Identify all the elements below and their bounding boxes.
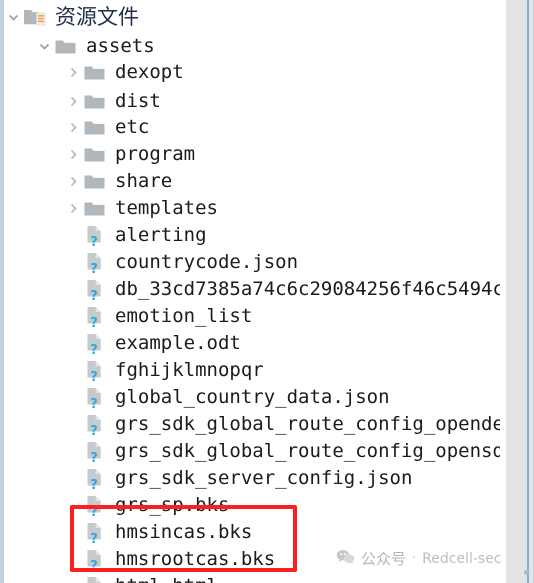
vertical-scrollbar[interactable]	[500, 0, 534, 583]
chevron-placeholder	[64, 383, 82, 412]
chevron-down-icon[interactable]	[35, 32, 53, 61]
folder-icon	[82, 194, 108, 223]
unknown-file-icon: ?	[82, 437, 108, 466]
tree-row[interactable]: ? grs_sdk_global_route_config_opendevices	[4, 410, 500, 439]
chevron-right-icon[interactable]	[64, 167, 82, 196]
tree-row-label: dist	[115, 90, 161, 112]
chevron-placeholder	[64, 572, 82, 583]
tree-row-label: 资源文件	[55, 5, 139, 29]
chevron-placeholder	[64, 464, 82, 493]
tree-row[interactable]: ? example.odt	[4, 329, 500, 358]
watermark: 公众号 · Redcell-sec	[336, 548, 502, 569]
wechat-icon	[336, 549, 355, 569]
tree-row[interactable]: ? grs_sdk_server_config.json	[4, 464, 500, 493]
chevron-right-icon[interactable]	[64, 58, 82, 87]
unknown-file-icon: ?	[82, 221, 108, 250]
folder-icon	[82, 167, 108, 196]
svg-text:?: ?	[90, 343, 98, 355]
watermark-separator: ·	[412, 551, 417, 566]
unknown-file-icon: ?	[82, 383, 108, 412]
tree-row-label: html.html	[108, 572, 218, 583]
svg-text:?: ?	[90, 235, 98, 247]
chevron-placeholder	[64, 275, 82, 304]
chevron-down-icon[interactable]	[4, 3, 22, 32]
unknown-file-icon: ?	[82, 329, 108, 358]
chevron-placeholder	[64, 356, 82, 385]
tree-row[interactable]: templates	[4, 194, 500, 223]
folder-icon	[82, 113, 108, 142]
tree-row[interactable]: assets	[4, 32, 500, 61]
project-folder-icon	[22, 3, 48, 32]
folder-icon	[82, 140, 108, 169]
tree-row[interactable]: dist	[4, 87, 500, 116]
folder-icon	[53, 32, 79, 61]
svg-text:?: ?	[90, 478, 98, 490]
tree-row-label: global_country_data.json	[115, 386, 390, 408]
chevron-placeholder	[64, 302, 82, 331]
tree-row[interactable]: ? global_country_data.json	[4, 383, 500, 412]
scrollbar-dot-marker	[524, 570, 529, 575]
scrollbar-track[interactable]	[506, 0, 534, 583]
tree-row-label: db_33cd7385a74c6c29084256f46c5494c9	[115, 278, 500, 300]
unknown-file-icon: ?	[82, 302, 108, 331]
unknown-file-icon: ?	[82, 572, 108, 583]
tree-row-label: countrycode.json	[115, 251, 299, 273]
tree-row-label: dexopt	[115, 61, 184, 83]
svg-text:?: ?	[90, 289, 98, 301]
svg-text:?: ?	[90, 316, 98, 328]
tree-row[interactable]: ? db_33cd7385a74c6c29084256f46c5494c9	[4, 275, 500, 304]
chevron-placeholder	[64, 329, 82, 358]
chevron-placeholder	[64, 248, 82, 277]
tree-row[interactable]: etc	[4, 113, 500, 142]
svg-text:?: ?	[90, 370, 98, 382]
tree-row-label: share	[115, 170, 173, 192]
tree-row[interactable]: ? grs_sdk_global_route_config_opensdkServ	[4, 437, 500, 466]
unknown-file-icon: ?	[82, 356, 108, 385]
tree-row-label: program	[115, 143, 196, 165]
tree-row-label: assets	[86, 35, 155, 57]
tree-row[interactable]: share	[4, 167, 500, 196]
watermark-account: Redcell-sec	[422, 550, 502, 567]
scrollbar-thumb[interactable]	[527, 0, 529, 583]
tree-row[interactable]: ?html.html	[4, 572, 500, 583]
tree-row-label: emotion_list	[115, 305, 253, 327]
chevron-right-icon[interactable]	[64, 87, 82, 116]
tree-row-label: etc	[115, 116, 150, 138]
tree-row[interactable]: ? countrycode.json	[4, 248, 500, 277]
tree-row-label: fghijklmnopqr	[115, 359, 264, 381]
unknown-file-icon: ?	[82, 275, 108, 304]
svg-text:?: ?	[90, 397, 98, 409]
unknown-file-icon: ?	[82, 410, 108, 439]
chevron-right-icon[interactable]	[64, 194, 82, 223]
unknown-file-icon: ?	[82, 248, 108, 277]
tree-row[interactable]: dexopt	[4, 58, 500, 87]
tree-row-label: templates	[115, 197, 218, 219]
tree-row[interactable]: ? emotion_list	[4, 302, 500, 331]
tree-row-label: alerting	[115, 224, 207, 246]
folder-icon	[82, 58, 108, 87]
tree-row-label: example.odt	[115, 332, 241, 354]
tree-row[interactable]: program	[4, 140, 500, 169]
chevron-placeholder	[64, 410, 82, 439]
tree-row-root[interactable]: 资源文件	[4, 3, 500, 32]
tree-row[interactable]: ? fghijklmnopqr	[4, 356, 500, 385]
svg-text:?: ?	[90, 451, 98, 463]
chevron-placeholder	[64, 437, 82, 466]
unknown-file-icon: ?	[82, 464, 108, 493]
chevron-right-icon[interactable]	[64, 140, 82, 169]
watermark-channel-label: 公众号	[361, 550, 407, 568]
tree-row-label: grs_sdk_server_config.json	[115, 467, 413, 489]
tree-row-label: grs_sdk_global_route_config_opendevices	[115, 413, 500, 435]
chevron-placeholder	[64, 221, 82, 250]
tree-row[interactable]: ? alerting	[4, 221, 500, 250]
folder-icon	[82, 87, 108, 116]
svg-text:?: ?	[90, 424, 98, 436]
file-tree[interactable]: 资源文件 assets dexopt dist etc program share temp…	[4, 0, 500, 583]
svg-text:?: ?	[90, 262, 98, 274]
chevron-right-icon[interactable]	[64, 113, 82, 142]
tree-row-label: grs_sdk_global_route_config_opensdkServ	[115, 440, 500, 462]
annotation-highlight-box	[70, 505, 297, 572]
